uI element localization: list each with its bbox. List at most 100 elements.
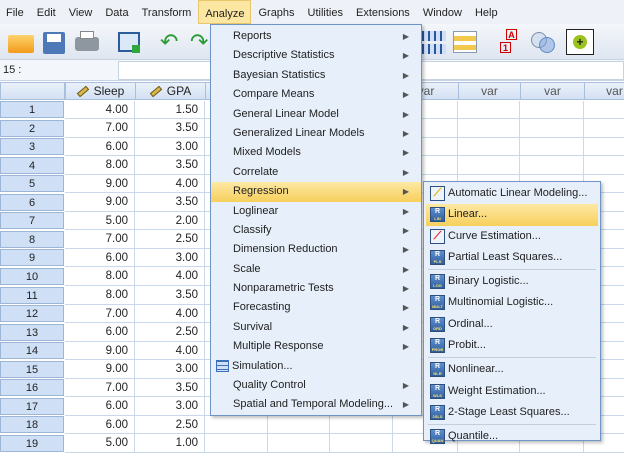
table-cell[interactable]: 7.00	[65, 230, 135, 249]
empty-cell[interactable]	[458, 119, 520, 138]
row-header[interactable]: 16	[0, 379, 64, 397]
row-header[interactable]: 11	[0, 286, 64, 304]
table-cell[interactable]: 8.00	[65, 286, 135, 305]
table-cell[interactable]: 6.00	[65, 397, 135, 416]
row-header[interactable]: 13	[0, 323, 64, 341]
table-cell[interactable]: 5.00	[65, 434, 135, 453]
table-cell[interactable]: 9.00	[65, 341, 135, 361]
table-cell[interactable]: 3.50	[135, 156, 205, 175]
menu-item-multiple-response[interactable]: Multiple Response ▶	[211, 337, 421, 356]
table-cell[interactable]: 3.50	[135, 193, 205, 212]
table-cell[interactable]: 3.00	[135, 248, 205, 268]
menu-item-compare-means[interactable]: Compare Means ▶	[211, 85, 421, 104]
empty-cell[interactable]	[584, 138, 624, 157]
empty-cell[interactable]	[458, 137, 520, 157]
menu-window[interactable]: Window	[417, 0, 468, 24]
row-header[interactable]: 4	[0, 156, 64, 174]
corner-header[interactable]	[0, 82, 65, 100]
table-cell[interactable]: 9.00	[65, 360, 135, 379]
submenu-item-2-stage-least-squares[interactable]: R 2SLS 2-Stage Least Squares...	[426, 402, 598, 423]
table-cell[interactable]: 2.50	[135, 230, 205, 249]
save-icon[interactable]	[40, 29, 68, 55]
table-cell[interactable]: 8.00	[65, 156, 135, 175]
table-cell[interactable]: 2.50	[135, 323, 205, 342]
submenu-item-partial-least-squares[interactable]: R PLS Partial Least Squares...	[426, 247, 598, 268]
table-cell[interactable]: 9.00	[65, 174, 135, 194]
submenu-item-curve-estimation[interactable]: ⟋ Curve Estimation...	[426, 226, 598, 247]
empty-cell[interactable]	[584, 119, 624, 138]
table-cell[interactable]: 1.50	[135, 100, 205, 119]
table-cell[interactable]: 2.00	[135, 211, 205, 231]
row-header[interactable]: 3	[0, 138, 64, 156]
menu-item-spatial-and-temporal-modeling[interactable]: Spatial and Temporal Modeling... ▶	[211, 395, 421, 414]
submenu-item-linear[interactable]: R LIN Linear...	[426, 204, 598, 226]
row-header[interactable]: 6	[0, 193, 64, 211]
table-cell[interactable]: 3.50	[135, 119, 205, 138]
menu-item-classify[interactable]: Classify ▶	[211, 221, 421, 240]
menu-help[interactable]: Help	[469, 0, 504, 24]
submenu-item-automatic-linear-modeling[interactable]: ⟋ Automatic Linear Modeling...	[426, 183, 598, 204]
row-header[interactable]: 5	[0, 175, 64, 193]
row-header[interactable]: 2	[0, 119, 64, 137]
table-cell[interactable]: 6.00	[65, 248, 135, 268]
table-cell[interactable]: 7.00	[65, 304, 135, 324]
menu-item-quality-control[interactable]: Quality Control ▶	[211, 376, 421, 395]
menu-graphs[interactable]: Graphs	[252, 0, 300, 24]
table-cell[interactable]: 3.00	[135, 360, 205, 379]
undo-icon[interactable]: ↶	[160, 29, 188, 55]
menu-extensions[interactable]: Extensions	[350, 0, 416, 24]
menu-utilities[interactable]: Utilities	[302, 0, 349, 24]
table-cell[interactable]: 3.50	[135, 378, 205, 398]
menu-data[interactable]: Data	[99, 0, 134, 24]
menu-item-generalized-linear-models[interactable]: Generalized Linear Models ▶	[211, 124, 421, 143]
table-cell[interactable]: 4.00	[65, 100, 135, 119]
menu-item-descriptive-statistics[interactable]: Descriptive Statistics ▶	[211, 46, 421, 65]
table-cell[interactable]: 4.00	[135, 304, 205, 324]
row-header[interactable]: 19	[0, 434, 64, 452]
print-icon[interactable]	[73, 29, 101, 55]
empty-cell[interactable]	[520, 119, 584, 138]
table-cell[interactable]: 3.00	[135, 397, 205, 416]
table-cell[interactable]: 9.00	[65, 193, 135, 212]
submenu-item-quantile[interactable]: R QUAN Quantile...	[426, 426, 598, 447]
empty-cell[interactable]	[268, 434, 330, 453]
table-cell[interactable]: 3.50	[135, 286, 205, 305]
row-header[interactable]: 18	[0, 416, 64, 434]
menu-item-forecasting[interactable]: Forecasting ▶	[211, 298, 421, 317]
table-cell[interactable]: 6.00	[65, 323, 135, 342]
submenu-item-weight-estimation[interactable]: R WLS Weight Estimation...	[426, 381, 598, 402]
table-cell[interactable]: 6.00	[65, 137, 135, 157]
empty-cell[interactable]	[520, 137, 584, 157]
menu-item-bayesian-statistics[interactable]: Bayesian Statistics ▶	[211, 66, 421, 85]
empty-cell[interactable]	[205, 434, 268, 453]
submenu-item-multinomial-logistic[interactable]: R MULT Multinomial Logistic...	[426, 292, 598, 313]
empty-cell[interactable]	[584, 156, 624, 175]
row-header[interactable]: 1	[0, 101, 64, 118]
menu-item-simulation[interactable]: Simulation...	[211, 357, 421, 376]
open-folder-icon[interactable]	[6, 29, 34, 55]
table-cell[interactable]: 1.00	[135, 434, 205, 453]
submenu-item-probit[interactable]: R PROB Probit...	[426, 335, 598, 356]
column-header[interactable]: GPA	[135, 82, 206, 100]
menu-item-general-linear-model[interactable]: General Linear Model ▶	[211, 105, 421, 124]
table-cell[interactable]: 7.00	[65, 119, 135, 138]
column-header[interactable]: Sleep	[65, 82, 136, 100]
row-header[interactable]: 12	[0, 305, 64, 323]
submenu-item-binary-logistic[interactable]: R LOG Binary Logistic...	[426, 271, 598, 292]
empty-cell[interactable]	[520, 100, 584, 119]
value-labels-icon[interactable]: A1	[498, 29, 526, 55]
column-header[interactable]: var	[458, 82, 521, 100]
recall-dialog-icon[interactable]	[116, 29, 144, 55]
row-header[interactable]: 7	[0, 212, 64, 230]
row-header[interactable]: 14	[0, 342, 64, 360]
menu-analyze[interactable]: Analyze	[198, 0, 252, 24]
menu-item-regression[interactable]: Regression ▶	[211, 182, 421, 202]
split-file-icon[interactable]	[422, 29, 450, 55]
menu-item-loglinear[interactable]: Loglinear ▶	[211, 202, 421, 221]
table-cell[interactable]: 4.00	[135, 174, 205, 194]
table-cell[interactable]: 4.00	[135, 267, 205, 286]
row-header[interactable]: 17	[0, 397, 64, 415]
add-extension-icon[interactable]: +	[566, 29, 594, 55]
menu-item-nonparametric-tests[interactable]: Nonparametric Tests ▶	[211, 279, 421, 298]
table-cell[interactable]: 5.00	[65, 211, 135, 231]
